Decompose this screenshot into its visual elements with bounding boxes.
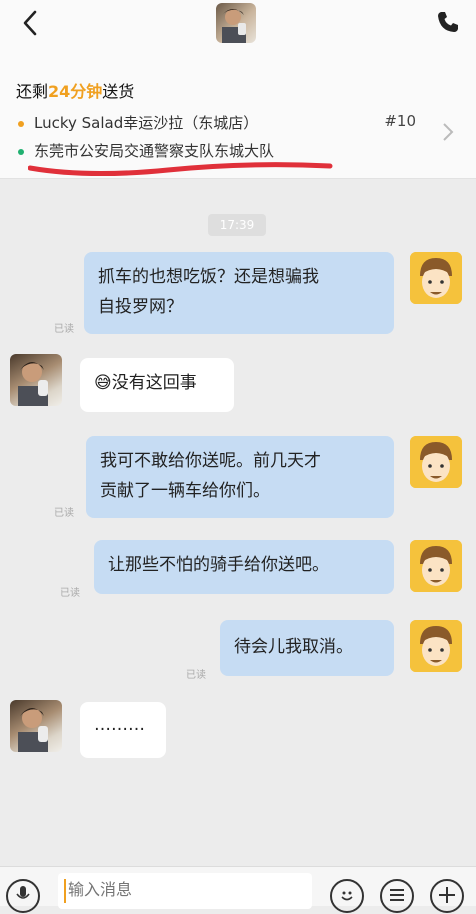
outgoing-message[interactable]: 我可不敢给你送呢。前几天才 贡献了一辆车给你们。 [86, 436, 394, 518]
rider-avatar[interactable] [410, 252, 462, 304]
emoji-button[interactable] [330, 879, 364, 913]
list-icon [390, 889, 404, 901]
shop-name: Lucky Salad幸运沙拉（东城店） [34, 114, 259, 132]
grin-sweat-emoji-icon: 😅 [94, 373, 112, 393]
back-button[interactable] [16, 8, 46, 38]
outgoing-message[interactable]: 待会儿我取消。 [220, 620, 394, 676]
chevron-left-icon [23, 10, 37, 36]
message-input-box[interactable] [58, 873, 312, 909]
message-text: 待会儿我取消。 [234, 637, 353, 657]
rider-avatar-icon [410, 436, 462, 488]
message-text-line: 抓车的也想吃饭？还是想骗我 [98, 267, 319, 287]
smiley-icon [341, 891, 353, 901]
input-bar [0, 866, 476, 913]
message-text-line: 我可不敢给你送呢。前几天才 [100, 451, 321, 471]
countdown-prefix: 还剩 [16, 82, 49, 101]
message-text: ……… [94, 715, 145, 735]
rider-avatar[interactable] [410, 436, 462, 488]
red-underline-annotation [28, 162, 333, 177]
countdown-suffix: 送货 [102, 82, 135, 101]
chevron-right-icon[interactable] [442, 122, 454, 148]
incoming-message[interactable]: ……… [80, 702, 166, 758]
address-dot-icon [18, 148, 24, 155]
microphone-icon [16, 886, 30, 899]
rider-avatar-icon [410, 540, 462, 592]
message-text: 让那些不怕的骑手给你送吧。 [108, 555, 329, 575]
rider-avatar[interactable] [410, 620, 462, 672]
shop-dot-icon [18, 120, 24, 127]
text-caret [64, 879, 66, 903]
user-avatar[interactable] [10, 700, 62, 752]
countdown-time: 24分钟 [48, 82, 103, 101]
quick-reply-button[interactable] [380, 879, 414, 913]
rider-avatar-icon [410, 620, 462, 672]
plus-icon [439, 887, 455, 903]
message-text-line: 自投罗网？ [98, 297, 183, 317]
incoming-message[interactable]: 😅没有这回事 [80, 358, 234, 412]
phone-icon [438, 12, 458, 32]
user-avatar[interactable] [10, 354, 62, 406]
outgoing-message[interactable]: 抓车的也想吃饭？还是想骗我 自投罗网？ [84, 252, 394, 334]
read-status: 已读 [54, 324, 74, 335]
more-button[interactable] [430, 879, 464, 913]
message-timestamp: 17:39 [208, 214, 266, 236]
read-status: 已读 [186, 670, 206, 681]
call-button[interactable] [436, 10, 460, 40]
read-status: 已读 [54, 508, 74, 519]
voice-button[interactable] [6, 879, 40, 913]
rider-avatar-icon [410, 252, 462, 304]
delivery-countdown: 还剩24分钟送货 [16, 78, 134, 102]
outgoing-message[interactable]: 让那些不怕的骑手给你送吧。 [94, 540, 394, 594]
shop-row: Lucky Salad幸运沙拉（东城店） [18, 112, 258, 133]
contact-avatar[interactable] [216, 3, 256, 43]
read-status: 已读 [60, 588, 80, 599]
message-text: 没有这回事 [111, 373, 197, 393]
message-text-line: 贡献了一辆车给你们。 [100, 481, 270, 501]
rider-avatar[interactable] [410, 540, 462, 592]
message-input[interactable] [66, 879, 300, 900]
order-number: #10 [384, 112, 416, 130]
chat-header [0, 0, 476, 64]
